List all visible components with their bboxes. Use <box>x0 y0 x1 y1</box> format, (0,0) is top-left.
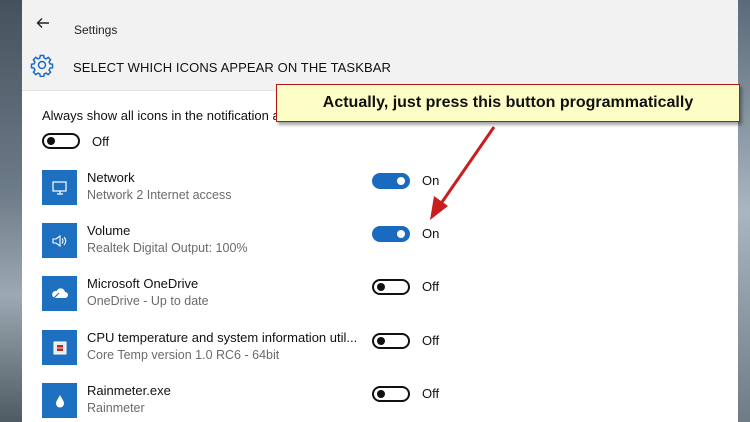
page-title: SELECT WHICH ICONS APPEAR ON THE TASKBAR <box>73 60 391 75</box>
always-show-label: Always show all icons in the notificatio… <box>42 108 299 123</box>
item-detail: Rainmeter <box>87 401 145 415</box>
volume-state: On <box>422 226 440 241</box>
network-state: On <box>422 173 440 188</box>
network-toggle[interactable] <box>372 173 410 189</box>
volume-toggle[interactable] <box>372 226 410 242</box>
network-icon <box>42 170 77 205</box>
toggle-knob <box>47 137 55 145</box>
list-item-volume: Volume Realtek Digital Output: 100% On <box>22 217 738 271</box>
annotation-callout: Actually, just press this button program… <box>276 84 740 122</box>
desktop-background-right <box>738 0 750 422</box>
list-item-rainmeter: Rainmeter.exe Rainmeter Off <box>22 377 738 422</box>
list-item-onedrive: Microsoft OneDrive OneDrive - Up to date… <box>22 270 738 324</box>
onedrive-state: Off <box>422 279 440 294</box>
item-name: Microsoft OneDrive <box>87 276 199 291</box>
window-title: Settings <box>74 23 118 37</box>
item-name: Network <box>87 170 135 185</box>
core-temp-toggle[interactable] <box>372 333 410 349</box>
item-detail: OneDrive - Up to date <box>87 294 209 308</box>
always-show-toggle[interactable] <box>42 133 80 149</box>
onedrive-toggle[interactable] <box>372 279 410 295</box>
desktop-background-left <box>0 0 22 422</box>
rainmeter-state: Off <box>422 386 440 401</box>
item-detail: Core Temp version 1.0 RC6 - 64bit <box>87 348 280 362</box>
onedrive-icon <box>42 276 77 311</box>
toggle-knob <box>377 337 385 345</box>
item-name: Rainmeter.exe <box>87 383 171 398</box>
toggle-knob <box>377 283 385 291</box>
rainmeter-icon <box>42 383 77 418</box>
item-name: CPU temperature and system information u… <box>87 330 358 345</box>
item-name: Volume <box>87 223 131 238</box>
toggle-knob <box>397 177 405 185</box>
toggle-knob <box>377 390 385 398</box>
gear-icon <box>30 54 54 77</box>
settings-window: Settings SELECT WHICH ICONS APPEAR ON TH… <box>22 0 738 422</box>
toggle-knob <box>397 230 405 238</box>
rainmeter-toggle[interactable] <box>372 386 410 402</box>
settings-content: Always show all icons in the notificatio… <box>22 90 738 422</box>
list-item-core-temp: CPU temperature and system information u… <box>22 324 738 378</box>
back-arrow-icon <box>36 18 49 28</box>
always-show-state: Off <box>92 134 110 149</box>
item-detail: Network 2 Internet access <box>87 188 232 202</box>
core-temp-state: Off <box>422 333 440 348</box>
volume-icon <box>42 223 77 258</box>
core-temp-icon <box>42 330 77 365</box>
list-item-network: Network Network 2 Internet access On <box>22 164 738 218</box>
item-detail: Realtek Digital Output: 100% <box>87 241 248 255</box>
title-bar: Settings <box>22 0 738 44</box>
back-button[interactable] <box>32 14 54 32</box>
